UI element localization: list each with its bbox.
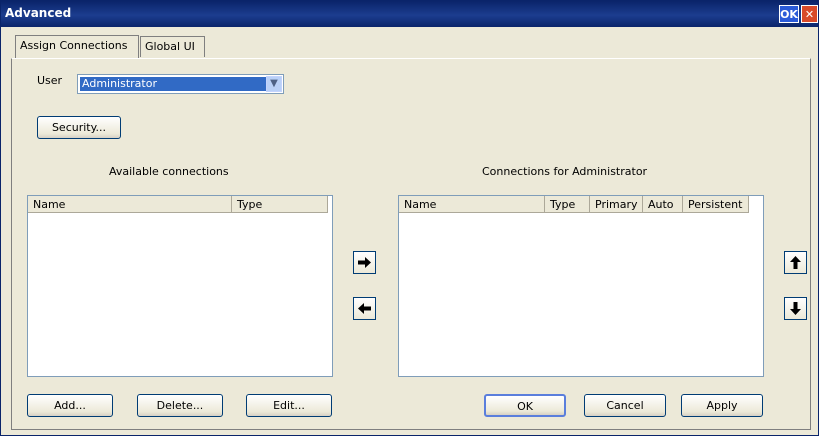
cancel-button[interactable]: Cancel bbox=[584, 394, 666, 417]
titlebar-ok-button[interactable]: OK bbox=[779, 5, 799, 23]
chevron-down-icon[interactable]: ▼ bbox=[266, 76, 282, 92]
move-up-button[interactable] bbox=[784, 251, 807, 274]
move-down-button[interactable] bbox=[784, 297, 807, 320]
arrow-right-icon bbox=[358, 257, 371, 268]
tab-global-ui[interactable]: Global UI bbox=[140, 36, 205, 57]
assigned-connections-list[interactable]: Name Type Primary Auto Persistent bbox=[398, 195, 764, 377]
user-select[interactable]: Administrator ▼ bbox=[77, 74, 284, 94]
security-button[interactable]: Security... bbox=[37, 116, 121, 139]
column-header-persistent[interactable]: Persistent bbox=[683, 196, 749, 213]
column-header-primary[interactable]: Primary bbox=[590, 196, 643, 213]
window-title: Advanced bbox=[5, 6, 72, 20]
arrow-left-icon bbox=[358, 303, 371, 314]
user-select-value: Administrator bbox=[80, 77, 268, 91]
column-header-type[interactable]: Type bbox=[545, 196, 590, 213]
available-connections-title: Available connections bbox=[109, 165, 229, 178]
apply-button[interactable]: Apply bbox=[681, 394, 763, 417]
add-button[interactable]: Add... bbox=[27, 394, 113, 417]
column-header-name[interactable]: Name bbox=[28, 196, 232, 213]
delete-button[interactable]: Delete... bbox=[137, 394, 223, 417]
column-header-name[interactable]: Name bbox=[399, 196, 545, 213]
move-left-button[interactable] bbox=[353, 297, 376, 320]
advanced-window: Advanced OK ✕ Assign Connections Global … bbox=[0, 0, 819, 436]
tab-assign-connections[interactable]: Assign Connections bbox=[15, 35, 139, 58]
column-header-type[interactable]: Type bbox=[232, 196, 328, 213]
title-bar: Advanced OK ✕ bbox=[1, 1, 818, 27]
arrow-down-icon bbox=[790, 302, 801, 315]
user-label: User bbox=[37, 74, 63, 87]
ok-button[interactable]: OK bbox=[484, 394, 566, 417]
close-icon[interactable]: ✕ bbox=[801, 5, 818, 23]
edit-button[interactable]: Edit... bbox=[246, 394, 332, 417]
available-connections-list[interactable]: Name Type bbox=[27, 195, 333, 377]
column-header-auto[interactable]: Auto bbox=[643, 196, 683, 213]
arrow-up-icon bbox=[790, 256, 801, 269]
connections-for-user-title: Connections for Administrator bbox=[482, 165, 648, 178]
move-right-button[interactable] bbox=[353, 251, 376, 274]
